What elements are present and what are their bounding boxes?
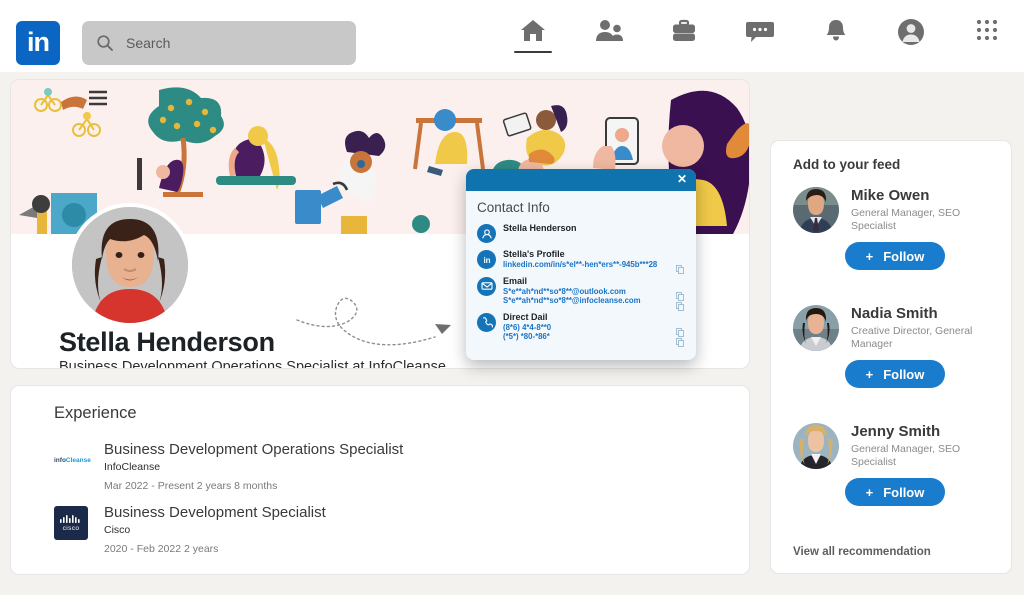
profile-avatar[interactable] — [68, 203, 192, 327]
linkedin-icon: in — [477, 250, 496, 269]
follow-label: Follow — [883, 484, 925, 500]
contact-phone-2[interactable]: (*5*) *80-*86* — [503, 332, 551, 342]
search-placeholder: Search — [126, 35, 171, 51]
profile-headline: Business Development Operations Speciali… — [59, 359, 446, 369]
svg-text:in: in — [483, 256, 490, 265]
experience-card: Experience infoCleanse Business Developm… — [10, 385, 750, 575]
avatar[interactable] — [793, 305, 839, 351]
infocleanse-logo-icon: infoCleanse — [54, 441, 92, 479]
contact-profile-url[interactable]: linkedin.com/in/s*el**-hen*ers**-945b***… — [503, 260, 657, 270]
email-icon — [477, 276, 496, 296]
nav-jobs[interactable] — [656, 14, 712, 66]
feed-person-subtitle: General Manager, SEO Specialist — [851, 443, 961, 468]
contact-email-label: Email — [503, 275, 528, 286]
search-icon — [96, 34, 114, 52]
contact-info-modal-body: Contact Info Stella Henderson in Stella' — [466, 191, 696, 347]
contact-name-label: Stella Henderson — [503, 223, 577, 233]
feed-person: Jenny Smith General Manager, SEO Special… — [793, 423, 993, 506]
top-navigation-bar: in Search — [0, 0, 1024, 72]
experience-item[interactable]: cisco Business Development Specialist Ci… — [54, 504, 326, 555]
phone-icon — [477, 312, 496, 332]
view-all-recommendation-link[interactable]: View all recommendation — [793, 546, 931, 558]
add-to-feed-card: Add to your feed Mike Owen General Manag… — [770, 140, 1012, 574]
copy-icon[interactable] — [676, 334, 684, 352]
contact-phone-label: Direct Dail — [503, 311, 548, 322]
contact-email-2[interactable]: S*e**ah*nd**so*8**@infocleanse.com — [503, 296, 641, 306]
follow-button[interactable]: + Follow — [845, 478, 945, 506]
nav-my-network[interactable] — [581, 14, 637, 66]
feed-person-name[interactable]: Nadia Smith — [851, 305, 993, 322]
contact-info-title: Contact Info — [477, 200, 550, 215]
cisco-logo-icon: cisco — [54, 504, 92, 542]
plus-icon: + — [865, 248, 874, 264]
infocleanse-logo-text: infoCleanse — [54, 456, 91, 464]
annotation-arrow-icon — [295, 292, 460, 359]
contact-email-1[interactable]: S*e**ah*nd**so*8**@outlook.com — [503, 287, 641, 297]
nav-home[interactable] — [505, 14, 561, 66]
search-input[interactable]: Search — [82, 21, 356, 65]
plus-icon: + — [865, 366, 874, 382]
feed-person-subtitle: General Manager, SEO Specialist — [851, 207, 961, 232]
contact-profile-label: Stella's Profile — [503, 249, 565, 259]
experience-section-title: Experience — [54, 404, 137, 422]
page-title: Stella Henderson — [59, 327, 275, 357]
nav-me-avatar[interactable] — [883, 14, 939, 66]
experience-dates: Mar 2022 - Present 2 years 8 months — [104, 480, 278, 492]
contact-info-modal-header: ✕ — [466, 169, 696, 191]
nav-notifications[interactable] — [808, 14, 864, 66]
follow-label: Follow — [883, 366, 925, 382]
plus-icon: + — [865, 484, 874, 500]
nav-apps-grid[interactable] — [959, 14, 1015, 66]
avatar[interactable] — [793, 423, 839, 469]
contact-row-email: Email S*e**ah*nd**so*8**@outlook.com S*e… — [477, 275, 686, 311]
experience-role: Business Development Operations Speciali… — [104, 441, 404, 458]
feed-person: Nadia Smith Creative Director, General M… — [793, 305, 993, 388]
experience-company: Cisco — [104, 524, 131, 536]
experience-company: InfoCleanse — [104, 461, 161, 473]
contact-row-phone: Direct Dail (8*6) 4*4-8**0 (*5*) *80-*86… — [477, 311, 686, 347]
contact-phone-1[interactable]: (8*6) 4*4-8**0 — [503, 323, 551, 333]
linkedin-logo[interactable]: in — [16, 21, 60, 65]
feed-person: Mike Owen General Manager, SEO Specialis… — [793, 187, 993, 270]
follow-button[interactable]: + Follow — [845, 360, 945, 388]
contact-info-modal: ✕ Contact Info Stella Henderson in Stell… — [466, 169, 696, 360]
experience-dates: 2020 - Feb 2022 2 years — [104, 543, 219, 555]
cisco-logo-text: cisco — [62, 524, 80, 532]
close-icon[interactable]: ✕ — [677, 172, 687, 186]
person-icon — [477, 224, 496, 243]
avatar[interactable] — [793, 187, 839, 233]
nav-messaging[interactable] — [732, 14, 788, 66]
contact-row-profile: in Stella's Profile linkedin.com/in/s*el… — [477, 249, 686, 274]
experience-item[interactable]: infoCleanse Business Development Operati… — [54, 441, 403, 492]
feed-person-name[interactable]: Jenny Smith — [851, 423, 993, 440]
experience-role: Business Development Specialist — [104, 504, 326, 521]
add-to-feed-title: Add to your feed — [793, 157, 901, 172]
feed-person-name[interactable]: Mike Owen — [851, 187, 993, 204]
nav-active-underline — [514, 51, 552, 53]
feed-person-subtitle: Creative Director, General Manager — [851, 325, 973, 350]
nav-icon-group — [505, 14, 1015, 66]
follow-button[interactable]: + Follow — [845, 242, 945, 270]
contact-row-name: Stella Henderson — [477, 223, 686, 243]
follow-label: Follow — [883, 248, 925, 264]
